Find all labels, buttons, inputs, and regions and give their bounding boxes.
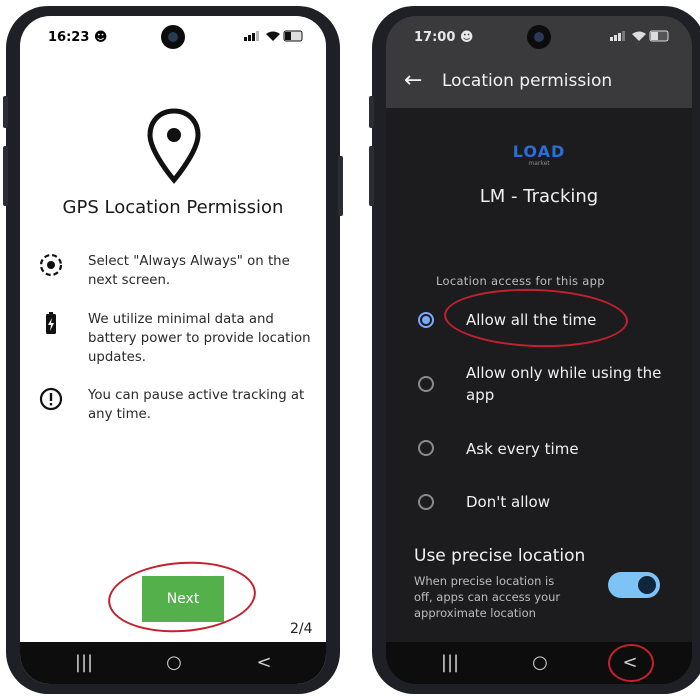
app-name: LM - Tracking xyxy=(479,186,599,207)
radio-allow-while-using[interactable] xyxy=(418,376,434,392)
back-arrow-icon[interactable]: ← xyxy=(404,68,422,93)
recents-button[interactable]: ||| xyxy=(54,642,114,684)
volume-button xyxy=(369,146,374,206)
signal-wifi-battery-icon xyxy=(610,30,669,42)
info-text: We utilize minimal data and battery powe… xyxy=(88,312,311,365)
option-label[interactable]: Ask every time xyxy=(466,438,676,460)
status-time: 16:23 ☻ xyxy=(48,30,108,45)
screen-left: 16:23 ☻ GPS Location Permission Select "… xyxy=(20,16,326,684)
status-time: 17:00 ☻ xyxy=(414,30,474,45)
navigation-bar: ||| ○ < xyxy=(386,642,692,684)
home-button[interactable]: ○ xyxy=(144,642,204,684)
logo-subtext: market xyxy=(528,160,550,167)
info-text: You can pause active tracking at any tim… xyxy=(88,388,305,422)
recents-button[interactable]: ||| xyxy=(420,642,480,684)
annotation-circle xyxy=(443,285,629,351)
front-camera xyxy=(527,25,551,49)
info-text: Select "Always Always" on the next scree… xyxy=(88,254,290,288)
phone-frame-left: 16:23 ☻ GPS Location Permission Select "… xyxy=(3,6,343,694)
info-item: You can pause active tracking at any tim… xyxy=(38,386,310,430)
logo-text: LOAD xyxy=(512,142,566,161)
option-label[interactable]: Allow only while using the app xyxy=(466,362,676,406)
step-indicator: 2/4 xyxy=(290,621,313,637)
section-label: Location access for this app xyxy=(436,274,605,288)
precise-location-description: When precise location is off, apps can a… xyxy=(414,574,561,620)
back-button[interactable]: < xyxy=(234,642,294,684)
location-target-icon xyxy=(39,253,63,277)
status-bar: 17:00 ☻ xyxy=(386,16,692,56)
radio-allow-all-the-time[interactable] xyxy=(418,312,434,328)
page-title: GPS Location Permission xyxy=(62,197,284,218)
map-pin-icon xyxy=(147,108,201,184)
option-label[interactable]: Don't allow xyxy=(466,491,676,513)
screen-right: 17:00 ☻ ← Location permission LOAD marke… xyxy=(386,16,692,684)
app-bar: ← Location permission xyxy=(386,56,692,108)
annotation-circle xyxy=(608,644,654,682)
radio-dont-allow[interactable] xyxy=(418,494,434,510)
volume-button xyxy=(3,146,8,206)
precise-location-title: Use precise location xyxy=(414,546,586,566)
app-logo: LOAD xyxy=(386,142,692,161)
front-camera xyxy=(161,25,185,49)
radio-ask-every-time[interactable] xyxy=(418,440,434,456)
power-button xyxy=(338,156,343,216)
status-icons xyxy=(244,30,304,45)
alert-circle-icon xyxy=(39,387,63,411)
volume-button xyxy=(369,96,374,128)
phone-frame-right: 17:00 ☻ ← Location permission LOAD marke… xyxy=(369,6,700,694)
info-item: We utilize minimal data and battery powe… xyxy=(38,310,311,370)
signal-wifi-battery-icon xyxy=(244,30,303,42)
annotation-circle xyxy=(105,556,259,638)
home-button[interactable]: ○ xyxy=(510,642,570,684)
volume-button xyxy=(3,96,8,128)
status-icons xyxy=(610,30,670,45)
navigation-bar: ||| ○ < xyxy=(20,642,326,684)
info-item: Select "Always Always" on the next scree… xyxy=(38,252,310,296)
precise-location-toggle[interactable] xyxy=(608,572,660,598)
status-bar: 16:23 ☻ xyxy=(20,16,326,56)
battery-icon xyxy=(46,312,56,334)
appbar-title: Location permission xyxy=(442,71,613,91)
